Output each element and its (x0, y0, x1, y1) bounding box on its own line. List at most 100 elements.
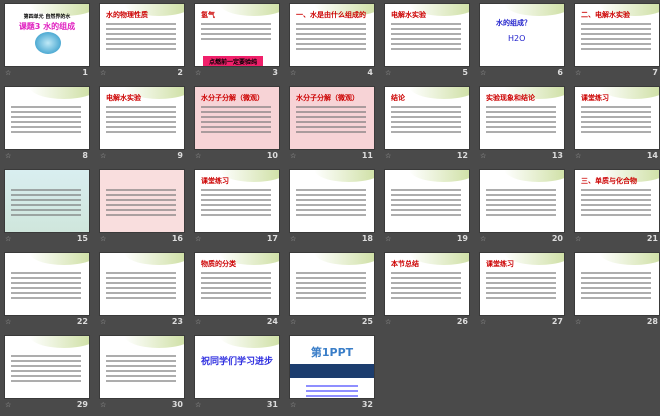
animation-icon[interactable]: ☆ (5, 401, 11, 409)
animation-icon[interactable]: ☆ (575, 235, 581, 243)
slide-preview[interactable]: 结论 (384, 86, 470, 150)
animation-icon[interactable]: ☆ (385, 152, 391, 160)
animation-icon[interactable]: ☆ (290, 235, 296, 243)
animation-icon[interactable]: ☆ (100, 318, 106, 326)
slide-preview[interactable] (289, 169, 375, 233)
slide-thumbnail-5[interactable]: 电解水实验 ☆ 5 (382, 1, 472, 84)
slide-thumbnail-14[interactable]: 课堂练习 ☆ 14 (572, 84, 660, 167)
slide-thumbnail-7[interactable]: 二、电解水实验 ☆ 7 (572, 1, 660, 84)
slide-preview[interactable]: 本节总结 (384, 252, 470, 316)
slide-thumbnail-6[interactable]: 水的组成？ H2O ☆ 6 (477, 1, 567, 84)
slide-text-lines (581, 269, 651, 302)
slide-preview[interactable]: 一、水是由什么组成的 (289, 3, 375, 67)
slide-thumbnail-9[interactable]: 电解水实验 ☆ 9 (97, 84, 187, 167)
slide-preview[interactable]: 物质的分类 (194, 252, 280, 316)
slide-preview[interactable]: 三、单质与化合物 (574, 169, 660, 233)
slide-title: 祝同学们学习进步 (200, 357, 273, 367)
animation-icon[interactable]: ☆ (100, 401, 106, 409)
slide-preview[interactable]: 课堂练习 (479, 252, 565, 316)
animation-icon[interactable]: ☆ (290, 401, 296, 409)
animation-icon[interactable]: ☆ (480, 235, 486, 243)
animation-icon[interactable]: ☆ (5, 152, 11, 160)
animation-icon[interactable]: ☆ (195, 69, 201, 77)
slide-thumbnail-32[interactable]: 第1PPT ☆ 32 (287, 333, 377, 416)
slide-preview[interactable]: 课堂练习 (194, 169, 280, 233)
slide-preview[interactable] (4, 86, 90, 150)
slide-preview[interactable]: 氢气 点燃前一定要验纯 (194, 3, 280, 67)
slide-preview[interactable]: 第1PPT (289, 335, 375, 399)
slide-thumbnail-30[interactable]: ☆ 30 (97, 333, 187, 416)
slide-thumbnail-18[interactable]: ☆ 18 (287, 167, 377, 250)
animation-icon[interactable]: ☆ (575, 69, 581, 77)
slide-thumbnail-2[interactable]: 水的物理性质 ☆ 2 (97, 1, 187, 84)
slide-preview[interactable]: 水分子分解（微观） (289, 86, 375, 150)
slide-preview[interactable] (99, 169, 185, 233)
slide-thumbnail-26[interactable]: 本节总结 ☆ 26 (382, 250, 472, 333)
slide-thumbnail-3[interactable]: 氢气 点燃前一定要验纯 ☆ 3 (192, 1, 282, 84)
slide-thumbnail-15[interactable]: ☆ 15 (2, 167, 92, 250)
animation-icon[interactable]: ☆ (5, 318, 11, 326)
slide-preview[interactable]: 电解水实验 (99, 86, 185, 150)
slide-preview[interactable] (4, 169, 90, 233)
slide-thumbnail-12[interactable]: 结论 ☆ 12 (382, 84, 472, 167)
slide-preview[interactable]: 电解水实验 (384, 3, 470, 67)
slide-thumbnail-29[interactable]: ☆ 29 (2, 333, 92, 416)
slide-thumbnail-28[interactable]: ☆ 28 (572, 250, 660, 333)
slide-preview[interactable] (4, 335, 90, 399)
animation-icon[interactable]: ☆ (100, 69, 106, 77)
slide-thumbnail-23[interactable]: ☆ 23 (97, 250, 187, 333)
slide-preview[interactable] (4, 252, 90, 316)
animation-icon[interactable]: ☆ (480, 69, 486, 77)
slide-thumbnail-4[interactable]: 一、水是由什么组成的 ☆ 4 (287, 1, 377, 84)
slide-thumbnail-13[interactable]: 实验现象和结论 ☆ 13 (477, 84, 567, 167)
animation-icon[interactable]: ☆ (290, 152, 296, 160)
animation-icon[interactable]: ☆ (290, 69, 296, 77)
slide-thumbnail-24[interactable]: 物质的分类 ☆ 24 (192, 250, 282, 333)
animation-icon[interactable]: ☆ (100, 152, 106, 160)
animation-icon[interactable]: ☆ (195, 152, 201, 160)
slide-preview[interactable]: 实验现象和结论 (479, 86, 565, 150)
slide-thumbnail-11[interactable]: 水分子分解（微观） ☆ 11 (287, 84, 377, 167)
slide-thumbnail-1[interactable]: 第四单元 自然界的水 课题3 水的组成 ☆ 1 (2, 1, 92, 84)
animation-icon[interactable]: ☆ (100, 235, 106, 243)
slide-thumbnail-27[interactable]: 课堂练习 ☆ 27 (477, 250, 567, 333)
slide-thumbnail-8[interactable]: ☆ 8 (2, 84, 92, 167)
slide-preview[interactable]: 水的组成？ H2O (479, 3, 565, 67)
slide-number: 15 (76, 234, 88, 243)
slide-thumbnail-17[interactable]: 课堂练习 ☆ 17 (192, 167, 282, 250)
animation-icon[interactable]: ☆ (195, 318, 201, 326)
slide-thumbnail-21[interactable]: 三、单质与化合物 ☆ 21 (572, 167, 660, 250)
slide-preview[interactable] (384, 169, 470, 233)
animation-icon[interactable]: ☆ (480, 152, 486, 160)
slide-number: 17 (266, 234, 278, 243)
animation-icon[interactable]: ☆ (480, 318, 486, 326)
animation-icon[interactable]: ☆ (5, 69, 11, 77)
animation-icon[interactable]: ☆ (5, 235, 11, 243)
slide-preview[interactable] (99, 335, 185, 399)
slide-preview[interactable]: 水的物理性质 (99, 3, 185, 67)
slide-preview[interactable]: 第四单元 自然界的水 课题3 水的组成 (4, 3, 90, 67)
animation-icon[interactable]: ☆ (195, 401, 201, 409)
slide-thumbnail-31[interactable]: 祝同学们学习进步 ☆ 31 (192, 333, 282, 416)
animation-icon[interactable]: ☆ (575, 318, 581, 326)
slide-thumbnail-19[interactable]: ☆ 19 (382, 167, 472, 250)
animation-icon[interactable]: ☆ (385, 235, 391, 243)
slide-preview[interactable]: 祝同学们学习进步 (194, 335, 280, 399)
slide-thumbnail-25[interactable]: ☆ 25 (287, 250, 377, 333)
slide-preview[interactable]: 二、电解水实验 (574, 3, 660, 67)
slide-thumbnail-22[interactable]: ☆ 22 (2, 250, 92, 333)
slide-thumbnail-10[interactable]: 水分子分解（微观） ☆ 10 (192, 84, 282, 167)
animation-icon[interactable]: ☆ (575, 152, 581, 160)
slide-preview[interactable] (574, 252, 660, 316)
slide-preview[interactable] (289, 252, 375, 316)
slide-preview[interactable] (479, 169, 565, 233)
animation-icon[interactable]: ☆ (195, 235, 201, 243)
slide-thumbnail-16[interactable]: ☆ 16 (97, 167, 187, 250)
animation-icon[interactable]: ☆ (385, 69, 391, 77)
slide-preview[interactable] (99, 252, 185, 316)
slide-thumbnail-20[interactable]: ☆ 20 (477, 167, 567, 250)
slide-preview[interactable]: 课堂练习 (574, 86, 660, 150)
animation-icon[interactable]: ☆ (385, 318, 391, 326)
slide-preview[interactable]: 水分子分解（微观） (194, 86, 280, 150)
animation-icon[interactable]: ☆ (290, 318, 296, 326)
